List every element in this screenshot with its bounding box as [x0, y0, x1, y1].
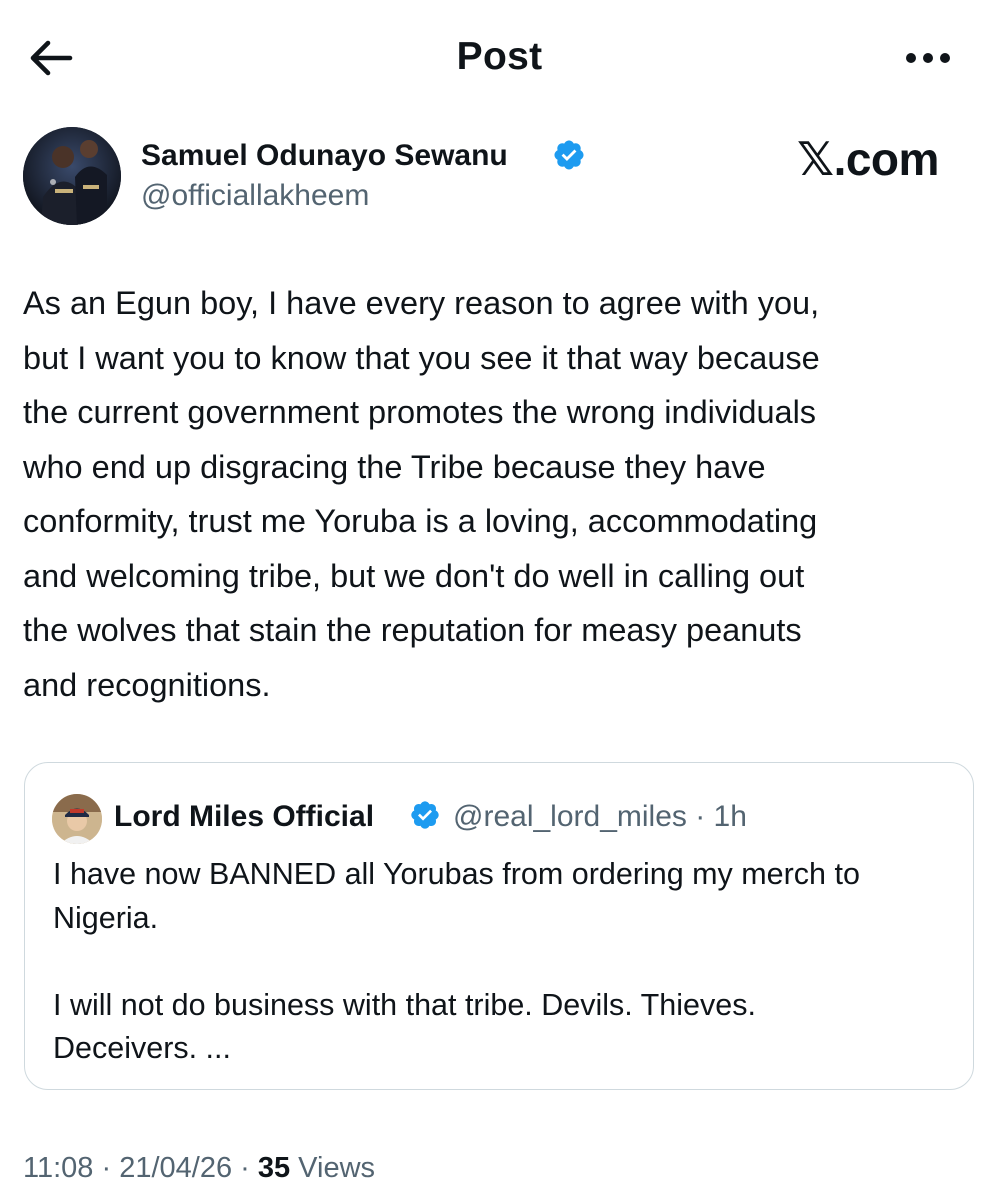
watermark-text: .com: [833, 133, 940, 185]
post-text-line: but I want you to know that you see it t…: [23, 339, 820, 376]
post-text-line: As an Egun boy, I have every reason to a…: [23, 285, 820, 321]
quoted-text-line: I have now BANNED all Yorubas from order…: [53, 857, 860, 891]
quoted-author-handle[interactable]: @real_lord_miles: [453, 800, 687, 833]
views-count: 35: [257, 1152, 291, 1184]
avatar[interactable]: [23, 127, 121, 225]
post-text: As an Egun boy, I have every reason to a…: [23, 276, 983, 712]
more-horizontal-icon: [906, 53, 950, 63]
x-com-watermark: 𝕏.com: [797, 132, 939, 186]
quoted-post-text: I have now BANNED all Yorubas from order…: [53, 853, 953, 1071]
post-text-line: who end up disgracing the Tribe because …: [23, 448, 766, 485]
quoted-meta: @real_lord_miles · 1h: [453, 800, 747, 834]
quoted-post-card[interactable]: Lord Miles Official @real_lord_miles · 1…: [24, 762, 974, 1090]
quoted-post-time: · 1h: [695, 800, 747, 833]
verified-badge-icon: [409, 799, 441, 831]
top-bar: Post: [0, 0, 999, 115]
avatar-image: [23, 127, 121, 225]
post-text-line: the wolves that stain the reputation for…: [23, 612, 802, 648]
post-text-line: conformity, trust me Yoruba is a loving,…: [23, 503, 818, 539]
quoted-text-line: I will not do business with that tribe. …: [53, 987, 756, 1022]
more-button[interactable]: [898, 40, 958, 76]
quoted-avatar-image: [52, 794, 102, 844]
quoted-avatar[interactable]: [52, 794, 102, 844]
quoted-author-name[interactable]: Lord Miles Official: [114, 800, 374, 834]
verified-badge-icon: [552, 138, 586, 172]
author-name[interactable]: Samuel Odunayo Sewanu: [141, 139, 508, 173]
page-title: Post: [456, 35, 543, 78]
views-label: Views: [290, 1152, 376, 1184]
post-meta: 11:08 · 21/04/26 · 35 Views: [23, 1152, 375, 1185]
quoted-text-line: [53, 940, 953, 984]
post-timestamp[interactable]: 11:08 · 21/04/26 ·: [23, 1152, 258, 1184]
author-handle[interactable]: @officiallakheem: [141, 179, 369, 213]
quoted-text-line: Deceivers. ...: [53, 1031, 231, 1065]
quoted-text-line: Nigeria.: [53, 900, 159, 935]
post-text-line: and recognitions.: [23, 666, 271, 703]
x-logo-icon: 𝕏: [797, 132, 834, 186]
post-text-line: and welcoming tribe, but we don't do wel…: [23, 557, 805, 594]
post-text-line: the current government promotes the wron…: [23, 394, 817, 430]
